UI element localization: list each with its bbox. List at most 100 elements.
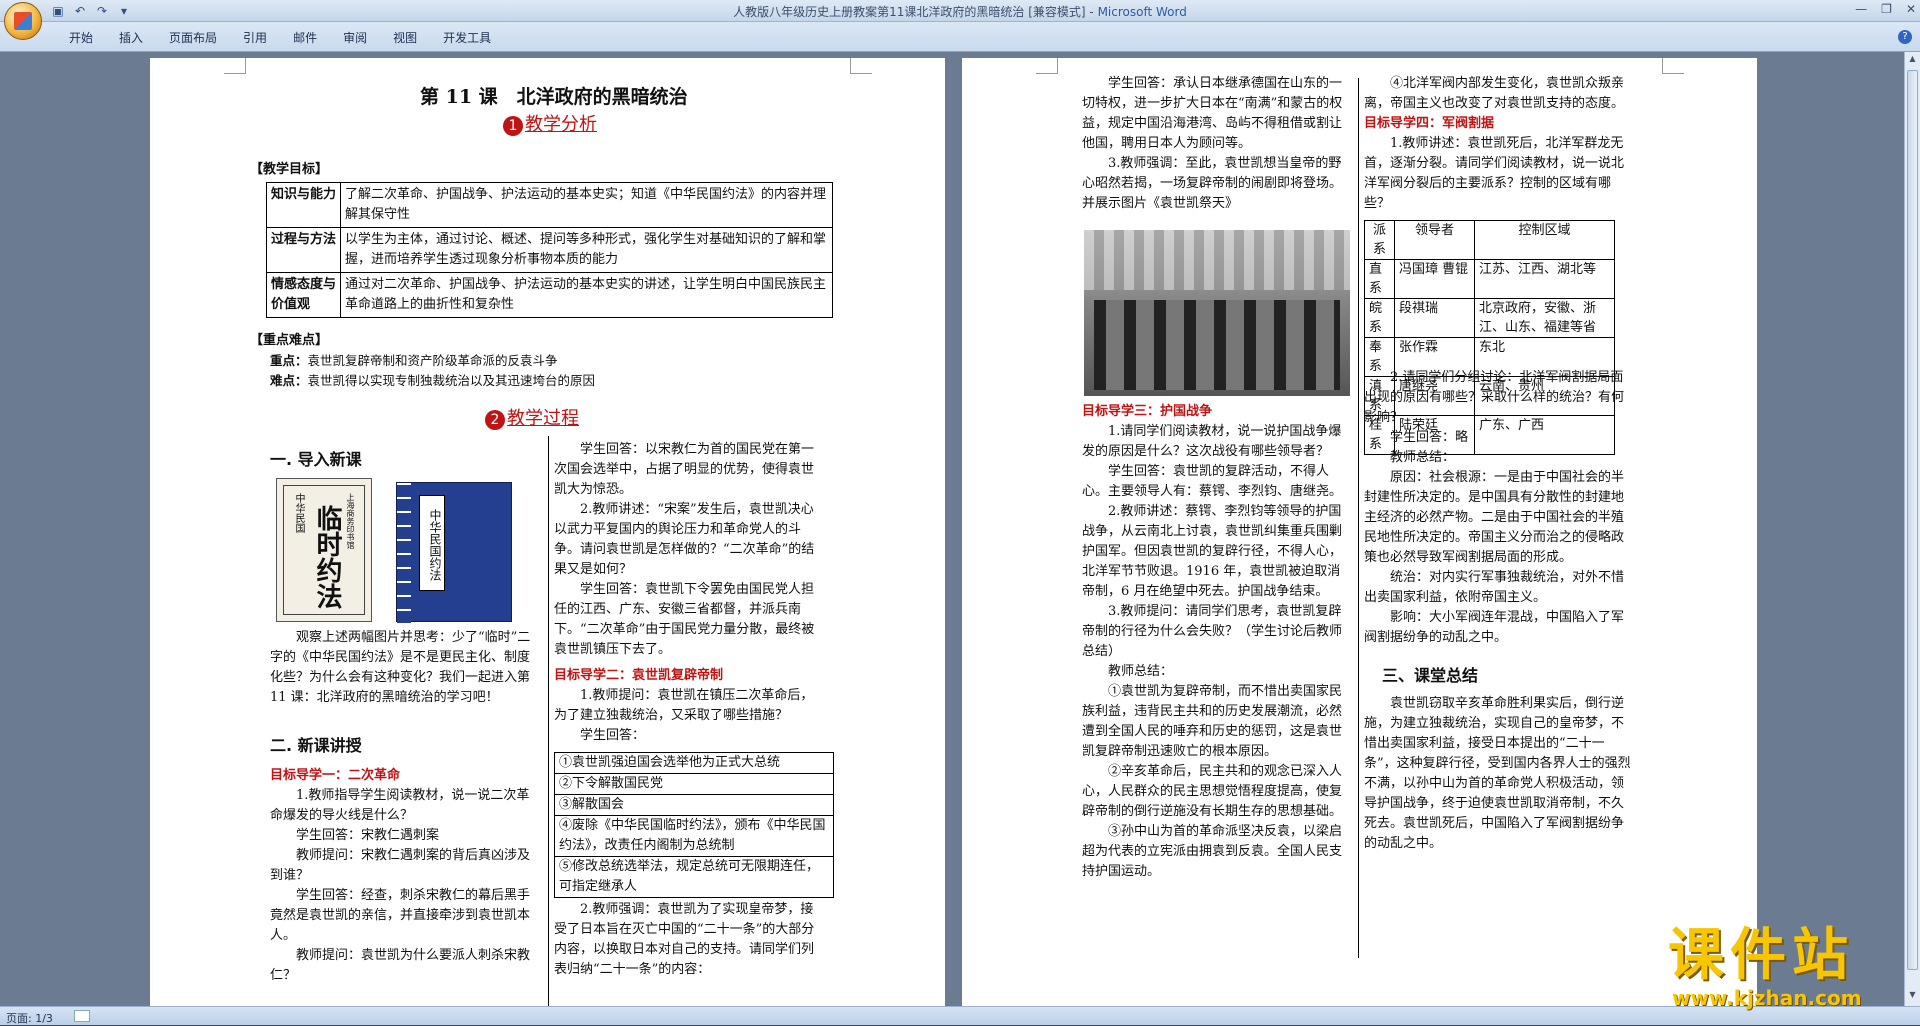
ribbon-tabs: 开始 插入 页面布局 引用 邮件 审阅 视图 开发工具 ? [0,22,1920,52]
objective-row: 情感态度与价值观 通过对二次革命、护国战争、护法运动的基本史实的讲述，让学生明白中… [266,272,833,318]
paragraph: 学生回答： [554,728,646,743]
warlord-header-cell: 派系 [1364,220,1395,260]
warlord-cell: 直系 [1364,259,1395,299]
left-column-text: 1.教师指导学生阅读教材，说一说二次革命爆发的导火线是什么？ 学生回答：宋教仁遇… [270,786,542,986]
objective-value: 以学生为主体，通过讨论、概述、提问等多种形式，强化学生对基础知识的了解和掌握，进… [340,227,833,273]
close-icon[interactable]: ✕ [1906,2,1916,16]
scroll-up-icon[interactable]: ▲ [1907,54,1918,66]
right-column-text-2: 1.教师提问：袁世凯在镇压二次革命后，为了建立独裁统治，又采取了哪些措施？ 学生… [554,686,826,746]
difficult-point: 难点：袁世凯得以实现专制独裁统治以及其迅速垮台的原因 [270,373,596,388]
paragraph: 2.教师讲述：蔡锷、李烈钧等领导的护国战争，从云南北上讨袁，袁世凯纠集重兵围剿护… [1082,504,1343,599]
paragraph: 1.教师指导学生阅读教材，说一说二次革命爆发的导火线是什么？ [270,788,530,823]
scroll-thumb[interactable] [1907,70,1918,970]
status-bar: 页面: 1/3 [0,1006,1920,1025]
goal-heading-4: 目标导学四：军阀割据 [1364,116,1495,131]
book-image-constitution: 中华民国约法 [396,482,512,623]
paragraph: 学生回答：袁世凯下令罢免由国民党人担任的江西、广东、安徽三省都督，并派兵南下。“… [554,582,815,657]
paragraph: 教师总结： [1364,450,1456,465]
measure-item: ②下令解散国民党 [554,774,834,795]
paragraph: 学生回答：宋教仁遇刺案 [270,828,440,843]
section-heading-analysis: 1 教学分析 [503,110,597,136]
colA-text-1: 学生回答：承认日本继承德国在山东的一切特权，进一步扩大日本在“南满”和蒙古的权益… [1082,76,1343,151]
paragraph: 教师提问：袁世凯为什么要派人刺杀宋教仁？ [270,948,531,983]
warlord-cell: 江苏、江西、湖北等 [1474,259,1615,299]
paragraph: ①袁世凯为复辟帝制，而不惜出卖国家民族利益，违背民主共和的历史发展潮流，必然遭到… [1082,684,1343,759]
warlord-cell: 段祺瑞 [1394,298,1475,338]
office-logo-icon [14,12,32,30]
help-icon[interactable]: ? [1898,30,1912,44]
ribbon-tab[interactable]: 引用 [230,28,280,48]
right-column-text-3: 2.教师强调：袁世凯为了实现皇帝梦，接受了日本旨在灭亡中国的“二十一条”的大部分… [554,902,815,977]
ribbon-tab[interactable]: 审阅 [330,28,380,48]
lesson-title: 第 11 课 北洋政府的黑暗统治 [420,86,688,108]
maximize-icon[interactable]: ❐ [1881,2,1892,16]
objectives-heading: 【教学目标】 [250,162,329,177]
ribbon-tab[interactable]: 插入 [106,28,156,48]
intro-text: 观察上述两幅图片并思考：少了“临时”二字的《中华民国约法》是不是更民主化、制度化… [270,630,531,705]
column-divider [548,436,549,1018]
paragraph: ②辛亥革命后，民主共和的观念已深入人心，人民群众的民主思想觉悟程度提高，使复辟帝… [1082,764,1343,819]
objectives-table: 知识与能力 了解二次革命、护国战争、护法运动的基本史实；知道《中华民国约法》的内容… [266,182,833,318]
ribbon-tab[interactable]: 开始 [56,28,106,48]
colA-text-3: 1.请同学们阅读教材，说一说护国战争爆发的原因是什么？这次战役有哪些领导者？ 学… [1082,422,1352,882]
paragraph: 2.教师讲述：“宋案”发生后，袁世凯决心以武力平复国内的舆论压力和革命党人的斗争… [554,502,815,577]
minimize-icon[interactable]: — [1855,2,1867,16]
objective-value: 了解二次革命、护国战争、护法运动的基本史实；知道《中华民国约法》的内容并理解其保… [340,182,833,228]
title-bar: ▣ ↶ ↷ ▾ 人教版八年级历史上册教案第11课北洋政府的黑暗统治 [兼容模式]… [0,0,1920,22]
window-title: 人教版八年级历史上册教案第11课北洋政府的黑暗统治 [兼容模式] - Micro… [733,5,1187,19]
objective-key: 过程与方法 [266,227,341,273]
ribbon-tab[interactable]: 开发工具 [430,28,504,48]
warlord-cell: 皖系 [1364,298,1395,338]
paragraph: 学生回答：略 [1364,430,1469,445]
warlord-row: 皖系 段祺瑞 北京政府，安徽、浙江、山东、福建等省 [1364,298,1615,338]
paragraph: ③孙中山为首的革命派坚决反袁，以梁启超为代表的立宪派由拥袁到反袁。全国人民支持护… [1082,824,1343,879]
scroll-down-icon[interactable]: ▼ [1907,990,1918,1002]
objective-key: 情感态度与价值观 [266,272,341,318]
goal-heading-1: 目标导学一：二次革命 [270,768,401,783]
crop-mark [1662,58,1684,74]
measure-item: ③解散国会 [554,795,834,816]
crop-mark [850,58,872,74]
page-1[interactable]: 第 11 课 北洋政府的黑暗统治 1 教学分析 【教学目标】 知识与能力 了解二次革… [150,58,945,1018]
warlord-header-cell: 领导者 [1394,220,1475,260]
page-indicator[interactable]: 页面: 1/3 [6,1010,53,1026]
objective-row: 过程与方法 以学生为主体，通过讨论、概述、提问等多种形式，强化学生对基础知识的了解… [266,227,833,273]
objective-value: 通过对二次革命、护国战争、护法运动的基本史实的讲述，让学生明白中国民族民主革命道… [340,272,833,318]
measure-item: ①袁世凯强迫国会选举他为正式大总统 [554,752,834,774]
goal-heading-2: 目标导学二：袁世凯复辟帝制 [554,668,724,683]
keypoints-heading: 【重点难点】 [250,333,329,348]
objective-key: 知识与能力 [266,182,341,228]
paragraph: 1.请同学们阅读教材，说一说护国战争爆发的原因是什么？这次战役有哪些领导者？ [1082,424,1342,459]
summary-text: 袁世凯窃取辛亥革命胜利果实后，倒行逆施，为建立独裁统治，实现自己的皇帝梦，不惜出… [1364,696,1631,851]
photo-yuan-worship-heaven [1084,230,1350,396]
colA-text-2: 3.教师强调：至此，袁世凯想当皇帝的野心昭然若揭，一场复辟帝制的闹剧即将登场。并… [1082,156,1343,211]
paragraph: 3.教师提问：请同学们思考，袁世凯复辟帝制的行径为什么会失败？（学生讨论后教师总… [1082,604,1343,659]
colB-text-1: ④北洋军阀内部发生变化，袁世凯众叛亲离，帝国主义也改变了对袁世凯支持的态度。 [1364,76,1625,111]
section-heading-process: 2 教学过程 [485,404,579,430]
paragraph: 学生回答：袁世凯的复辟活动，不得人心。主要领导人有：蔡锷、李烈钧、唐继尧。 [1082,464,1343,499]
page-2[interactable]: 学生回答：承认日本继承德国在山东的一切特权，进一步扩大日本在“南满”和蒙古的权益… [962,58,1757,1018]
warlord-cell: 冯国璋 曹锟 [1394,259,1475,299]
ribbon-tab[interactable]: 邮件 [280,28,330,48]
warlord-header-cell: 控制区域 [1474,220,1615,260]
ribbon-tab[interactable]: 页面布局 [156,28,230,48]
goal-heading-3: 目标导学三：护国战争 [1082,404,1213,419]
window-controls: — ❐ ✕ [1855,2,1916,16]
vertical-scrollbar[interactable]: ▲ ▼ [1904,52,1920,1006]
crop-mark [224,58,246,74]
paragraph: 统治：对内实行军事独裁统治，对外不惜出卖国家利益，依附帝国主义。 [1364,570,1625,605]
paragraph: 1.教师提问：袁世凯在镇压二次革命后，为了建立独裁统治，又采取了哪些措施？ [554,688,814,723]
crop-mark [1036,58,1058,74]
ribbon-tab[interactable]: 视图 [380,28,430,48]
proofing-icon[interactable] [74,1010,90,1022]
office-button[interactable] [4,2,42,40]
column-divider [1358,78,1359,958]
warlord-header-row: 派系 领导者 控制区域 [1364,220,1615,260]
right-column-text: 学生回答：以宋教仁为首的国民党在第一次国会选举中，占据了明显的优势，使得袁世凯大… [554,440,826,660]
measures-list: ①袁世凯强迫国会选举他为正式大总统 ②下令解散国民党 ③解散国会 ④废除《中华民国临时… [554,752,834,898]
objective-row: 知识与能力 了解二次革命、护国战争、护法运动的基本史实；知道《中华民国约法》的内容… [266,182,833,228]
heading-summary: 三、课堂总结 [1382,666,1479,685]
measure-item: ⑤修改总统选举法，规定总统可无限期连任，可指定继承人 [554,857,834,898]
paragraph: 学生回答：经查，刺杀宋教仁的幕后黑手竟然是袁世凯的亲信，并直接牵涉到袁世凯本人。 [270,888,531,943]
warlord-row: 直系 冯国璋 曹锟 江苏、江西、湖北等 [1364,259,1615,299]
